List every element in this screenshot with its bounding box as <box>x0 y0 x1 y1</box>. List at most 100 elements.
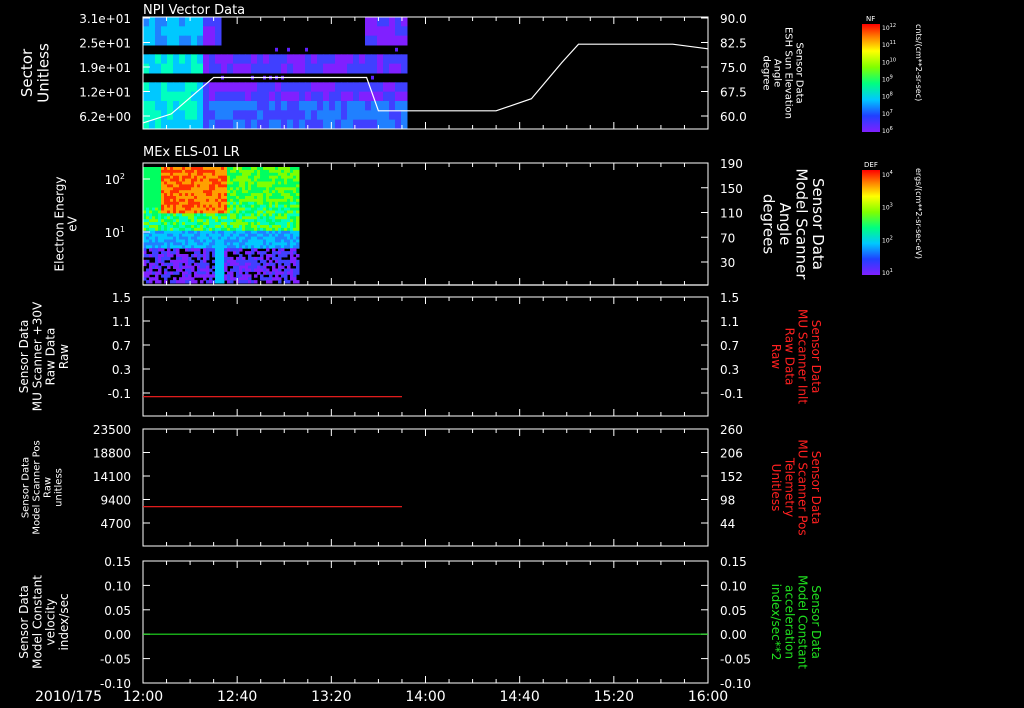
panel-frame <box>142 428 709 547</box>
heatmap-cell <box>203 190 207 194</box>
heatmap-cell <box>149 54 156 65</box>
heatmap-cell <box>170 239 174 243</box>
heatmap-cell <box>230 227 234 232</box>
heatmap-cell <box>284 251 288 255</box>
heatmap-cell <box>197 210 201 214</box>
heatmap-cell <box>281 91 288 102</box>
heatmap-cell <box>185 259 189 264</box>
heatmap-cell <box>383 110 390 121</box>
heatmap-cell <box>290 219 294 223</box>
heatmap-cell <box>353 91 360 102</box>
heatmap-cell <box>149 216 153 220</box>
heatmap-cell <box>359 63 366 74</box>
heatmap-cell <box>206 187 210 191</box>
heatmap-cell <box>260 213 264 217</box>
heatmap-cell <box>263 119 270 130</box>
heatmap-cell <box>389 17 396 27</box>
heatmap-cell <box>335 110 342 121</box>
heatmap-cell <box>275 233 279 238</box>
heatmap-cell <box>209 63 216 74</box>
heatmap-cell <box>215 110 222 121</box>
heatmap-cell <box>254 248 258 252</box>
heatmap-cell <box>218 236 222 240</box>
heatmap-cell <box>239 210 243 214</box>
heatmap-cell <box>272 190 276 194</box>
heatmap-cell <box>197 256 201 261</box>
heatmap-cell <box>158 184 162 188</box>
heatmap-cell <box>248 169 252 174</box>
heatmap-cell <box>155 236 159 240</box>
heatmap-cell <box>257 193 261 197</box>
heatmap-cell <box>221 239 225 243</box>
heatmap-cell <box>227 181 231 185</box>
heatmap-cell <box>239 230 243 235</box>
heatmap-cell <box>230 280 234 284</box>
heatmap-cell <box>161 236 165 240</box>
heatmap-cell <box>266 225 270 229</box>
heatmap-cell <box>233 187 237 191</box>
heatmap-cell <box>149 262 153 267</box>
heatmap-cell <box>266 233 270 238</box>
heatmap-cell <box>257 181 261 185</box>
heatmap-cell <box>224 167 228 171</box>
heatmap-cell <box>236 227 240 232</box>
heatmap-cell <box>185 193 189 197</box>
heatmap-cell <box>233 82 240 93</box>
heatmap-cell <box>167 82 174 93</box>
heatmap-cell <box>164 277 168 281</box>
heatmap-cell <box>173 26 180 37</box>
heatmap-cell <box>164 242 168 246</box>
heatmap-cell <box>275 169 279 174</box>
heatmap-cell <box>254 274 258 278</box>
heatmap-cell <box>248 172 252 177</box>
heatmap-cell <box>200 222 204 226</box>
heatmap-cell <box>248 256 252 261</box>
heatmap-cell <box>185 213 189 217</box>
heatmap-cell <box>284 175 288 180</box>
heatmap-cell <box>215 265 219 269</box>
heatmap-cell <box>275 54 282 65</box>
heatmap-cell <box>173 91 180 102</box>
heatmap-cell <box>209 54 216 65</box>
heatmap-cell <box>203 230 207 235</box>
heatmap-cell <box>185 277 189 281</box>
heatmap-cell <box>185 233 189 238</box>
heatmap-cell <box>155 280 159 284</box>
heatmap-cell <box>152 184 156 188</box>
heatmap-cell <box>278 201 282 206</box>
heatmap-cell <box>149 91 156 102</box>
heatmap-cell <box>224 196 228 200</box>
heatmap-cell <box>269 271 273 275</box>
y-axis-label-right: Sensor DataMU Scanner InltRaw DataRaw <box>769 309 823 404</box>
heatmap-cell <box>236 178 240 182</box>
heatmap-cell <box>221 198 225 203</box>
heatmap-cell <box>269 190 273 194</box>
heatmap-cell <box>161 178 165 182</box>
heatmap-cell <box>236 204 240 209</box>
heatmap-cell <box>275 268 279 272</box>
heatmap-cell <box>152 242 156 246</box>
heatmap-cell <box>167 233 171 238</box>
heatmap-cell <box>323 119 330 130</box>
heatmap-cell <box>167 119 174 130</box>
heatmap-cell <box>263 265 267 269</box>
heatmap-cell <box>176 225 180 229</box>
heatmap-cell <box>260 274 264 278</box>
y-axis-label-left: Sensor DataModel Constantvelocityindex/s… <box>17 575 71 669</box>
heatmap-cell <box>164 256 168 261</box>
heatmap-cell <box>206 207 210 211</box>
panel-2-title: MEx ELS-01 LR <box>143 145 240 160</box>
heatmap-cell <box>218 268 222 272</box>
heatmap-cell <box>296 169 300 174</box>
heatmap-cell <box>212 271 216 275</box>
heatmap-cell <box>200 198 204 203</box>
heatmap-cell <box>191 119 198 130</box>
heatmap-cell <box>284 210 288 214</box>
heatmap-cell <box>227 193 231 197</box>
heatmap-cell <box>239 213 243 217</box>
heatmap-cell <box>146 271 150 275</box>
heatmap-cell <box>236 225 240 229</box>
heatmap-cell <box>263 184 267 188</box>
heatmap-cell <box>200 219 204 223</box>
time-tick-label: 14:40 <box>499 689 539 705</box>
